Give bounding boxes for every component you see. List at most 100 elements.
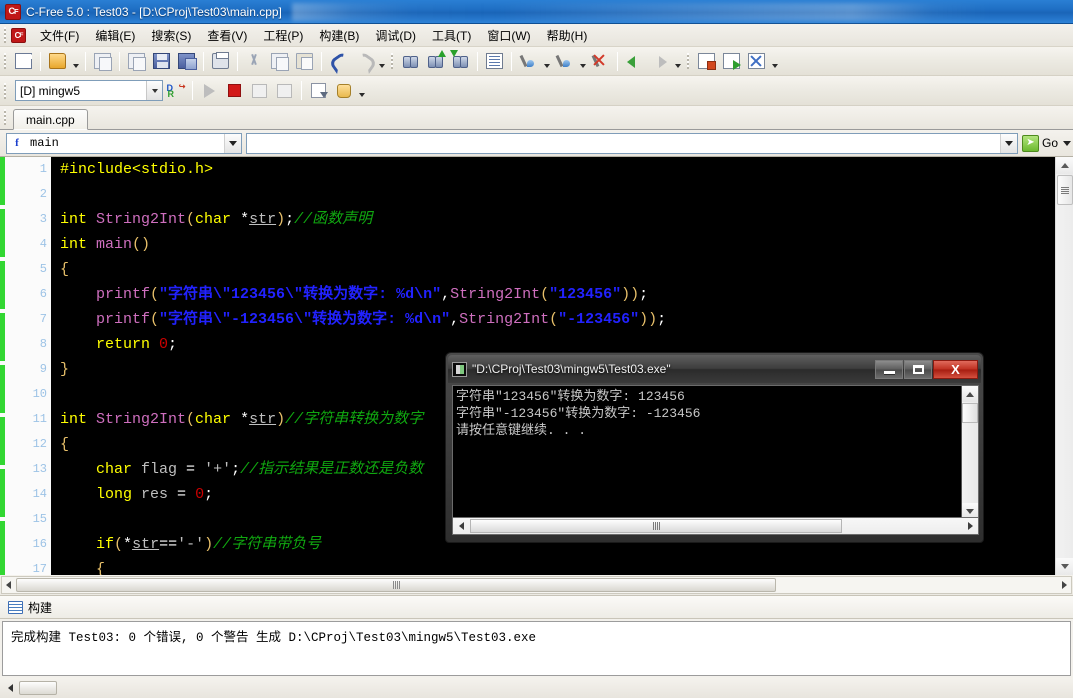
debug-dropdown-icon[interactable]	[356, 79, 367, 102]
menu-view[interactable]: 查看(V)	[199, 24, 255, 47]
editor-horizontal-scrollbar[interactable]	[1, 576, 1072, 594]
navigate-back-button[interactable]	[623, 50, 646, 73]
function-select[interactable]: f main	[6, 133, 242, 154]
undo-dropdown-icon[interactable]	[376, 50, 387, 73]
horizontal-scroll-thumb[interactable]	[16, 578, 776, 592]
menu-edit[interactable]: 编辑(E)	[87, 24, 143, 47]
debug-stop-button[interactable]	[223, 79, 246, 102]
console-output-area[interactable]: 字符串"123456"转换为数字: 123456 字符串"-123456"转换为…	[452, 385, 979, 520]
code-token: String2Int	[450, 286, 540, 303]
copy-button[interactable]	[268, 50, 291, 73]
menu-tools[interactable]: 工具(T)	[424, 24, 479, 47]
close-all-button[interactable]	[125, 50, 148, 73]
save-all-button[interactable]	[175, 50, 198, 73]
bookmark-clear-button[interactable]	[589, 50, 612, 73]
bookmark-next-button[interactable]	[553, 50, 576, 73]
bookmark-next-dropdown-icon[interactable]	[577, 50, 588, 73]
build-output-text[interactable]: 完成构建 Test03: 0 个错误, 0 个警告 生成 D:\CProj\Te…	[2, 621, 1071, 676]
step-over-button[interactable]	[248, 79, 271, 102]
find-previous-button[interactable]	[449, 50, 472, 73]
find-button[interactable]	[399, 50, 422, 73]
console-vertical-scrollbar[interactable]	[961, 386, 978, 519]
bookmark-toggle-button[interactable]	[517, 50, 540, 73]
find-next-button[interactable]	[424, 50, 447, 73]
menu-build[interactable]: 构建(B)	[311, 24, 367, 47]
menu-window[interactable]: 窗口(W)	[479, 24, 538, 47]
compiler-select[interactable]: [D] mingw5	[15, 80, 163, 101]
navigate-dropdown-icon[interactable]	[672, 50, 683, 73]
console-scroll-left-icon[interactable]	[453, 518, 469, 534]
vertical-scroll-thumb[interactable]	[1057, 175, 1073, 205]
bookmark-toggle-dropdown-icon[interactable]	[541, 50, 552, 73]
open-file-dropdown-icon[interactable]	[70, 50, 81, 73]
navigate-forward-button[interactable]	[648, 50, 671, 73]
menu-file[interactable]: 文件(F)	[32, 24, 87, 47]
code-token: *	[240, 411, 249, 428]
open-file-button[interactable]	[46, 50, 69, 73]
code-line[interactable]: {	[55, 557, 1055, 575]
console-title-bar[interactable]: "D:\CProj\Test03\mingw5\Test03.exe" X	[448, 355, 981, 383]
cut-button[interactable]	[243, 50, 266, 73]
console-maximize-button[interactable]	[904, 360, 932, 379]
undo-icon	[330, 53, 347, 69]
build-scroll-thumb[interactable]	[19, 681, 57, 695]
build-toolbar-gripper[interactable]	[685, 53, 692, 69]
compile-button[interactable]	[695, 50, 718, 73]
paste-button[interactable]	[293, 50, 316, 73]
compile-run-shortcut-button[interactable]: DR↪	[164, 79, 187, 102]
code-line[interactable]: printf("字符串\"123456\"转换为数字: %d\n",String…	[55, 282, 1055, 307]
scroll-left-icon[interactable]	[2, 577, 15, 593]
menu-bar-gripper[interactable]	[2, 27, 9, 43]
compiler-dropdown-icon[interactable]	[146, 81, 162, 100]
function-dropdown-icon[interactable]	[224, 134, 241, 153]
search-toolbar-gripper[interactable]	[389, 53, 396, 69]
console-window[interactable]: "D:\CProj\Test03\mingw5\Test03.exe" X 字符…	[445, 352, 984, 543]
scroll-down-icon[interactable]	[1056, 558, 1073, 575]
code-line[interactable]: int String2Int(char *str);//函数声明	[55, 207, 1055, 232]
step-into-button[interactable]	[273, 79, 296, 102]
build-scroll-left-icon[interactable]	[3, 681, 17, 696]
go-dropdown-icon[interactable]	[1060, 133, 1073, 153]
new-file-button[interactable]	[12, 50, 35, 73]
save-button[interactable]	[150, 50, 173, 73]
code-line[interactable]: {	[55, 257, 1055, 282]
menu-project[interactable]: 工程(P)	[255, 24, 311, 47]
scroll-right-icon[interactable]	[1058, 577, 1071, 593]
replace-button[interactable]	[483, 50, 506, 73]
scroll-up-icon[interactable]	[1056, 157, 1073, 174]
undo-button[interactable]	[327, 50, 350, 73]
editor-vertical-scrollbar[interactable]	[1055, 157, 1073, 575]
close-file-button[interactable]	[91, 50, 114, 73]
debug-continue-button[interactable]	[198, 79, 221, 102]
compile-run-button[interactable]	[745, 50, 768, 73]
main-toolbar-gripper[interactable]	[2, 53, 9, 69]
console-vertical-scroll-thumb[interactable]	[962, 403, 978, 423]
go-button[interactable]: ➤ Go	[1022, 135, 1058, 152]
location-select[interactable]	[246, 133, 1018, 154]
code-line[interactable]: int main()	[55, 232, 1055, 257]
menu-help[interactable]: 帮助(H)	[539, 24, 596, 47]
print-button[interactable]	[209, 50, 232, 73]
location-dropdown-icon[interactable]	[1000, 134, 1017, 153]
console-horizontal-scrollbar[interactable]	[452, 517, 979, 535]
code-line[interactable]: printf("字符串\"-123456\"转换为数字: %d\n",Strin…	[55, 307, 1055, 332]
debug-toolbar-gripper[interactable]	[2, 83, 9, 99]
code-line[interactable]	[55, 182, 1055, 207]
code-line[interactable]: #include<stdio.h>	[55, 157, 1055, 182]
console-minimize-button[interactable]	[875, 360, 903, 379]
build-panel-scrollbar[interactable]	[0, 678, 1073, 698]
debug-window-button[interactable]	[307, 79, 330, 102]
function-icon: f	[9, 136, 25, 151]
console-close-button[interactable]: X	[933, 360, 978, 379]
run-button[interactable]	[720, 50, 743, 73]
tab-main-cpp[interactable]: main.cpp	[13, 109, 88, 130]
menu-search[interactable]: 搜索(S)	[143, 24, 199, 47]
pause-button[interactable]	[332, 79, 355, 102]
redo-button[interactable]	[352, 50, 375, 73]
build-dropdown-icon[interactable]	[769, 50, 780, 73]
menu-debug[interactable]: 调试(D)	[367, 24, 424, 47]
console-scroll-right-icon[interactable]	[962, 518, 978, 534]
console-scroll-up-icon[interactable]	[962, 386, 978, 402]
console-horizontal-scroll-thumb[interactable]	[470, 519, 842, 533]
tab-strip-gripper[interactable]	[2, 109, 9, 125]
